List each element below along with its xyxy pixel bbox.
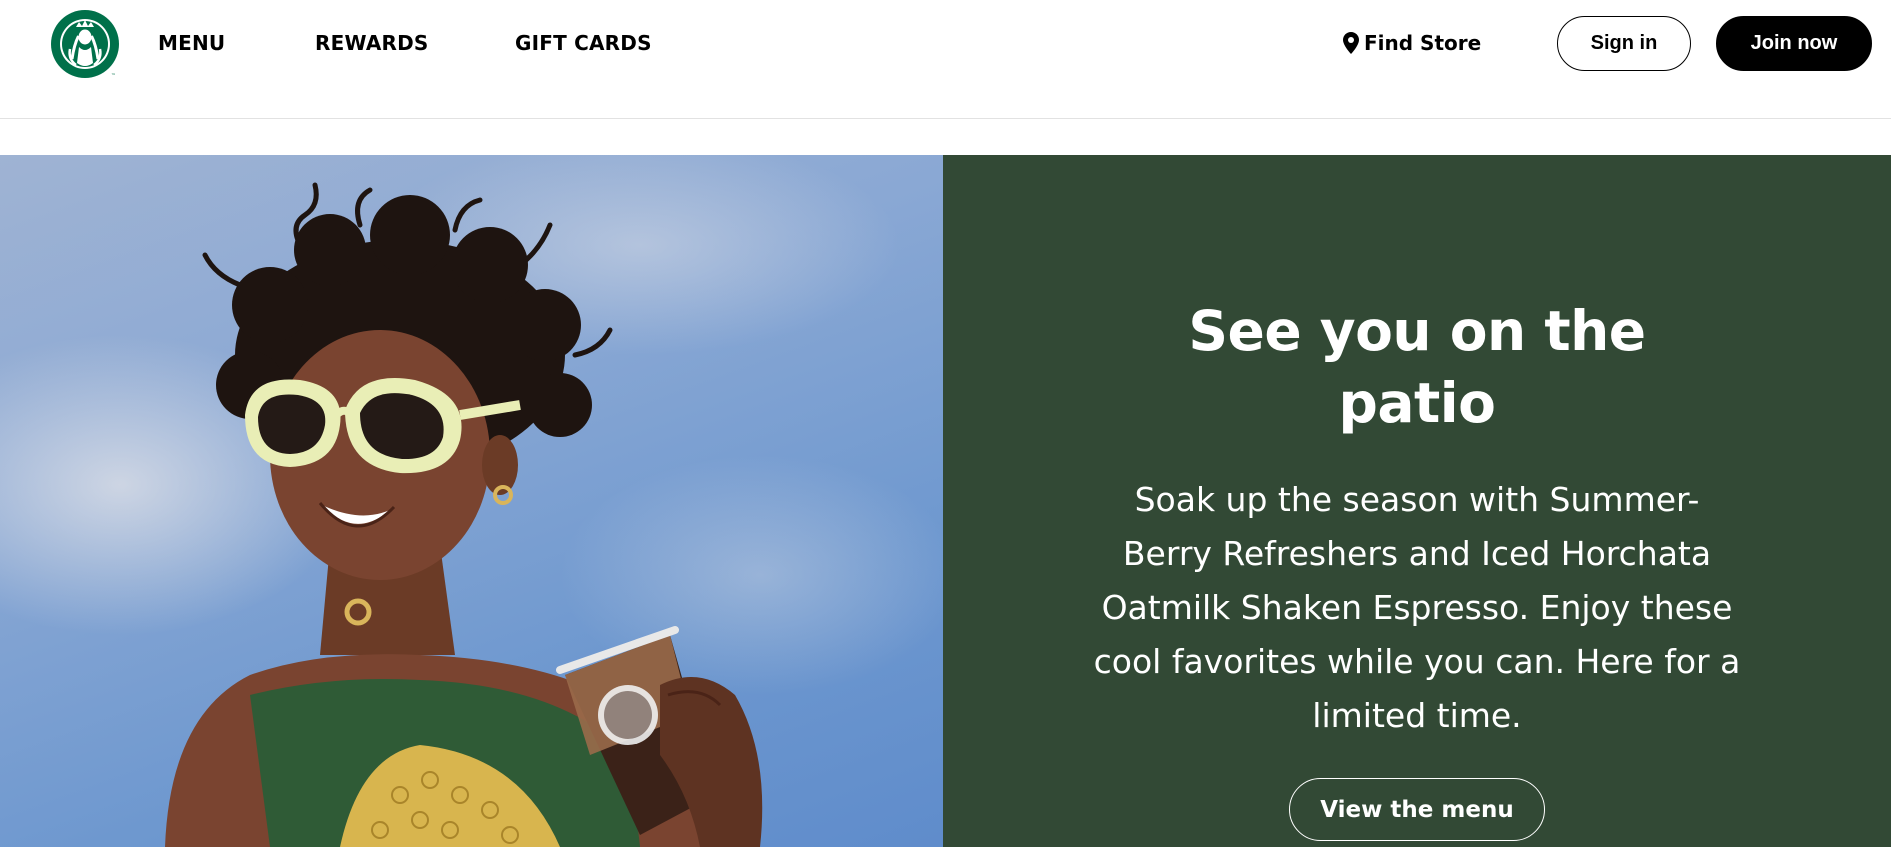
location-pin-icon bbox=[1343, 32, 1359, 54]
woman-with-iced-drink-illustration bbox=[0, 155, 943, 847]
hero-description-line: Oatmilk Shaken Espresso. Enjoy these bbox=[1101, 588, 1733, 627]
hero-description-line: Berry Refreshers and Iced Horchata bbox=[1122, 534, 1712, 573]
find-store-link[interactable]: Find Store bbox=[1343, 30, 1481, 56]
starbucks-logo[interactable]: ™ bbox=[50, 9, 120, 79]
hero-title: See you on the patio bbox=[943, 295, 1891, 439]
hero-description-line: cool favorites while you can. Here for a bbox=[1093, 642, 1741, 681]
hero-description-line: Soak up the season with Summer- bbox=[1134, 480, 1700, 519]
starbucks-siren-logo-icon: ™ bbox=[51, 10, 119, 79]
nav-rewards-link[interactable]: REWARDS bbox=[315, 30, 429, 56]
sign-in-button[interactable]: Sign in bbox=[1557, 16, 1691, 71]
hero-title-line: See you on the bbox=[1188, 299, 1646, 363]
site-header: ™ MENU REWARDS GIFT CARDS Find Store Sig… bbox=[0, 0, 1891, 119]
nav-menu-link[interactable]: MENU bbox=[158, 30, 225, 56]
svg-text:™: ™ bbox=[111, 73, 116, 79]
view-menu-button[interactable]: View the menu bbox=[1289, 778, 1545, 841]
hero-section: See you on the patio Soak up the season … bbox=[0, 155, 1891, 847]
hero-description: Soak up the season with Summer- Berry Re… bbox=[1061, 473, 1773, 743]
hero-description-line: limited time. bbox=[1312, 696, 1522, 735]
hero-content-panel: See you on the patio Soak up the season … bbox=[943, 155, 1891, 847]
hero-title-line: patio bbox=[1338, 371, 1496, 435]
find-store-label: Find Store bbox=[1364, 31, 1482, 55]
hero-photo bbox=[0, 155, 943, 847]
join-now-button[interactable]: Join now bbox=[1716, 16, 1872, 71]
nav-gift-cards-link[interactable]: GIFT CARDS bbox=[515, 30, 652, 56]
